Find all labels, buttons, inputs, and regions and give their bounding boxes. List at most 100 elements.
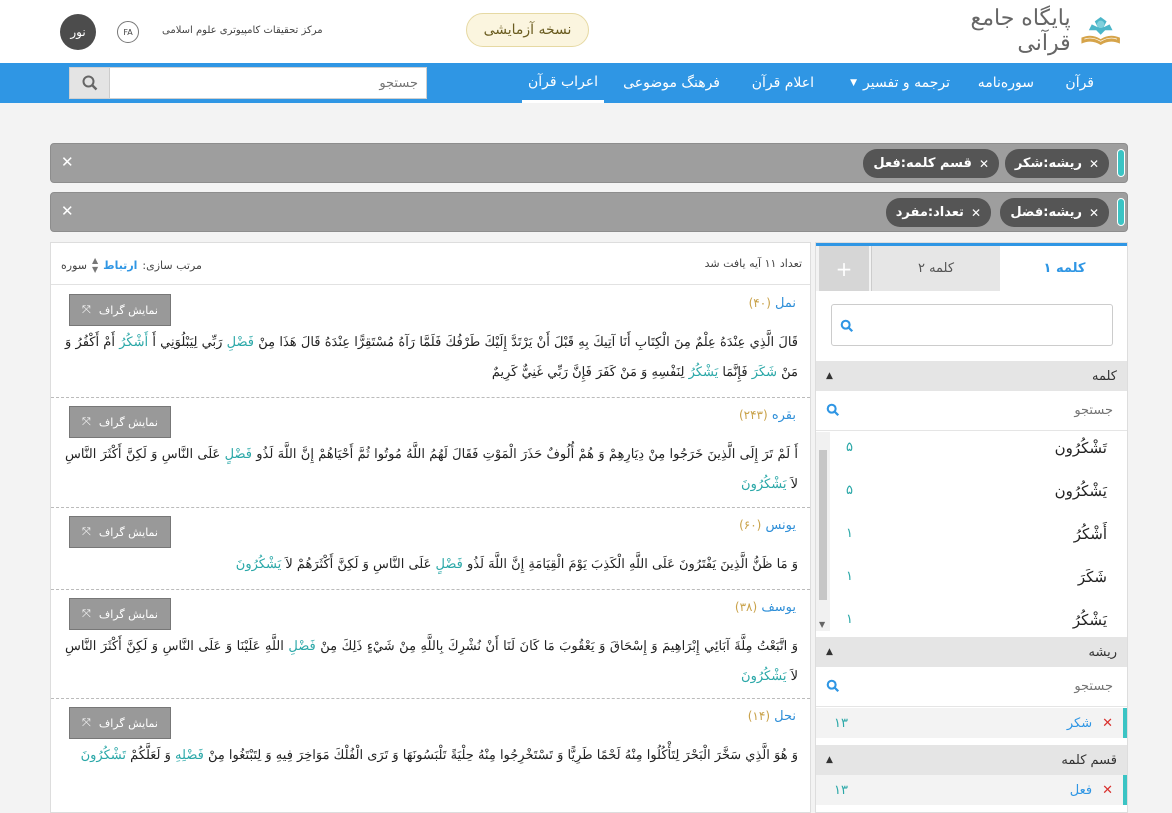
graph-icon: ⤧ (82, 716, 91, 729)
top-search-input[interactable] (109, 68, 426, 98)
section-pos-title: قسم کلمه (1061, 752, 1117, 768)
selected-pos-row[interactable]: ✕ فعل ۱۳ (816, 775, 1127, 805)
sort-toggle-icon[interactable]: ▲ ▼ (92, 256, 98, 274)
root-filter-input[interactable] (842, 667, 1127, 705)
verse-title[interactable]: نمل (۴۰) (749, 296, 796, 311)
nav-item-alam[interactable]: اعلام قرآن (752, 63, 814, 103)
section-word-header[interactable]: کلمه ▲ (816, 361, 1127, 391)
selected-root-row[interactable]: ✕ شکر ۱۳ (816, 708, 1127, 738)
verse-title[interactable]: یونس (۶۰) (739, 518, 796, 533)
verse-title[interactable]: نحل (۱۴) (748, 709, 796, 724)
graph-icon: ⤧ (82, 607, 91, 620)
show-graph-button[interactable]: نمایش گراف ⤧ (69, 598, 171, 630)
filter-bar-2-close[interactable]: ✕ (61, 202, 74, 220)
search-icon (840, 319, 854, 333)
filter-bar-1-close[interactable]: ✕ (61, 153, 74, 171)
scrollbar-thumb[interactable] (819, 450, 827, 600)
close-icon[interactable]: ✕ (1089, 157, 1099, 171)
filter-chip-root-fdl[interactable]: ✕ ریشه:فضل (1000, 198, 1109, 227)
tab-word-2[interactable]: کلمه ۲ (871, 246, 1000, 291)
word-filter-input[interactable] (842, 391, 1127, 429)
scroll-down-icon[interactable]: ▼ (819, 620, 825, 629)
word-list-scrollbar[interactable]: ▼ (816, 432, 830, 631)
word-count: ۵ (846, 483, 853, 498)
section-word-title: کلمه (1092, 368, 1117, 384)
verse-item: نمل (۴۰) نمایش گراف ⤧ قَالَ الَّذِي عِنْ… (51, 286, 810, 398)
verse-surah: نمل (775, 296, 796, 311)
filter-chip-number-singular[interactable]: ✕ تعداد:مفرد (885, 198, 991, 227)
list-item[interactable]: شَكَرَ ۱ (816, 555, 1127, 598)
verse-text: أَ لَمْ تَرَ إِلَى الَّذِينَ خَرَجُوا مِ… (65, 447, 798, 492)
top-search-button[interactable] (70, 68, 110, 98)
verse-title[interactable]: یوسف (۳۸) (735, 600, 796, 615)
sort-control: مرتب سازی: ارتباط ▲ ▼ سوره (61, 256, 202, 274)
list-item[interactable]: يَشْكُرُون ۵ (816, 469, 1127, 512)
verse-number: (۳۸) (734, 600, 758, 614)
verse-item: بقره (۲۴۳) نمایش گراف ⤧ أَ لَمْ تَرَ إِل… (51, 398, 810, 508)
list-item[interactable]: أَشْكُرُ ۱ (816, 512, 1127, 555)
verse-text: وَ اتَّبَعْتُ مِلَّةَ آبَائِي إِبْرَاهِي… (65, 639, 798, 684)
results-header: تعداد ۱۱ آیه یافت شد مرتب سازی: ارتباط ▲… (51, 243, 810, 285)
selected-pos-name: فعل (1069, 782, 1093, 798)
remove-icon[interactable]: ✕ (1102, 716, 1113, 731)
show-graph-button[interactable]: نمایش گراف ⤧ (69, 406, 171, 438)
list-item[interactable]: يَشْكُرُ ۱ (816, 598, 1127, 631)
nav-item-earab[interactable]: اعراب قرآن (522, 63, 604, 103)
verse-number: (۶۰) (739, 518, 762, 532)
filter-chip-label: ریشه:شکر (1014, 156, 1082, 171)
org-name[interactable]: مرکز تحقیقات کامپیوتری علوم اسلامی (162, 25, 323, 36)
show-graph-label: نمایش گراف (98, 525, 158, 539)
filter-bar-1-marker (1117, 149, 1125, 177)
nav-item-surahnameh[interactable]: سوره‌نامه (978, 63, 1034, 103)
show-graph-label: نمایش گراف (98, 607, 158, 621)
show-graph-button[interactable]: نمایش گراف ⤧ (69, 294, 171, 326)
word-count: ۱ (846, 526, 853, 541)
results-count: تعداد ۱۱ آیه یافت شد (704, 257, 802, 270)
show-graph-button[interactable]: نمایش گراف ⤧ (69, 707, 171, 739)
verse-surah: نحل (774, 709, 796, 724)
selected-root-count: ۱۳ (834, 715, 848, 731)
selected-pos-count: ۱۳ (834, 782, 848, 798)
trial-version-badge: نسخه آزمایشی (466, 13, 589, 47)
site-logo[interactable]: پایگاه جامع قرآنی (952, 6, 1124, 56)
nav-item-quran[interactable]: قرآن (1065, 63, 1094, 103)
filter-chip-label: قسم کلمه:فعل (873, 156, 972, 171)
sort-option-relevance[interactable]: ارتباط (103, 259, 137, 272)
noor-logo[interactable]: نور (60, 14, 96, 50)
tab-word-1[interactable]: کلمه ۱ (1000, 246, 1127, 291)
list-item[interactable]: تَشْكُرُون ۵ (816, 432, 1127, 469)
search-icon (826, 679, 840, 693)
nav-item-translation[interactable]: ترجمه و تفسیر ▼ (850, 63, 950, 103)
word-text: يَشْكُرُ (1072, 610, 1107, 629)
sort-option-surah[interactable]: سوره (61, 259, 87, 272)
graph-icon: ⤧ (82, 525, 91, 538)
caret-down-icon: ▼ (850, 78, 858, 88)
filter-bar-2: ✕ ✕ ریشه:فضل ✕ تعداد:مفرد (50, 192, 1128, 232)
filter-chip-label: تعداد:مفرد (895, 205, 964, 220)
show-graph-button[interactable]: نمایش گراف ⤧ (69, 516, 171, 548)
section-root-header[interactable]: ریشه ▲ (816, 637, 1127, 667)
verse-surah: بقره (771, 408, 796, 423)
graph-icon: ⤧ (82, 303, 91, 316)
verse-title[interactable]: بقره (۲۴۳) (739, 408, 796, 423)
show-graph-label: نمایش گراف (98, 716, 158, 730)
chevron-up-icon: ▲ (826, 755, 833, 765)
word-search-box[interactable] (831, 304, 1113, 346)
word-count: ۵ (846, 440, 853, 455)
filter-chip-pos-verb[interactable]: ✕ قسم کلمه:فعل (863, 149, 999, 178)
close-icon[interactable]: ✕ (1089, 206, 1099, 220)
side-panel: کلمه ۱ کلمه ۲ + کلمه ▲ تَشْكُرُون ۵ يَشْ… (815, 242, 1128, 813)
quran-book-icon (1081, 16, 1120, 46)
add-word-tab-button[interactable]: + (819, 246, 869, 291)
close-icon[interactable]: ✕ (979, 157, 989, 171)
remove-icon[interactable]: ✕ (1102, 783, 1113, 798)
language-button[interactable]: FA (117, 21, 139, 43)
main-nav: قرآن سوره‌نامه ترجمه و تفسیر ▼ اعلام قرآ… (0, 63, 1172, 103)
section-pos-header[interactable]: قسم کلمه ▲ (816, 745, 1127, 775)
chevron-up-icon: ▲ (826, 647, 833, 657)
close-icon[interactable]: ✕ (971, 206, 981, 220)
word-list: تَشْكُرُون ۵ يَشْكُرُون ۵ أَشْكُرُ ۱ شَك… (816, 432, 1127, 631)
nav-item-thematic[interactable]: فرهنگ موضوعی (623, 63, 720, 103)
filter-chip-root-shkr[interactable]: ✕ ریشه:شکر (1004, 149, 1109, 178)
selected-root-name: شکر (1066, 715, 1093, 731)
